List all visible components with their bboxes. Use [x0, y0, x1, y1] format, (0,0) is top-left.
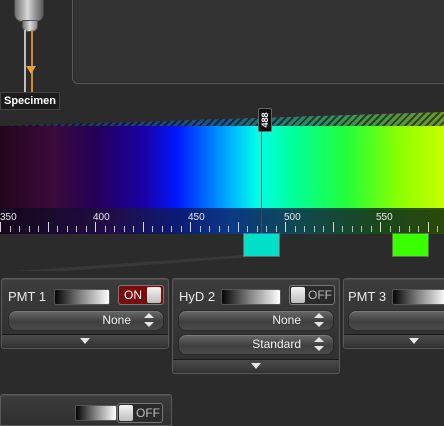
- laser-line-ramp: [0, 112, 444, 126]
- detection-band-swatch[interactable]: [392, 233, 429, 257]
- axis-tick: [190, 222, 191, 232]
- axis-tick: [323, 226, 324, 232]
- axis-tick: [114, 226, 115, 232]
- detector-toggle[interactable]: OFF: [117, 403, 163, 423]
- axis-tick: [162, 226, 163, 232]
- laser-marker-label: 488: [260, 112, 270, 128]
- mode-select[interactable]: Standard: [178, 334, 334, 355]
- axis-tick: [86, 226, 87, 232]
- detector-panel-pmt3: PMT 3: [343, 278, 444, 349]
- axis-tick: [105, 226, 106, 232]
- axis-tick: [10, 226, 11, 232]
- dye-select[interactable]: None: [8, 310, 164, 331]
- axis-tick: [228, 226, 229, 232]
- specimen-label: Specimen: [0, 92, 60, 110]
- axis-tick: [133, 226, 134, 232]
- gain-slider[interactable]: [54, 289, 110, 305]
- axis-tick: [295, 226, 296, 232]
- axis-tick: [76, 226, 77, 232]
- detector-panel-bottom: OFF: [0, 394, 172, 426]
- axis-tick: [371, 226, 372, 232]
- axis-tick: [361, 226, 362, 232]
- axis-tick: [333, 222, 334, 232]
- objective-lens-icon: [14, 0, 44, 22]
- axis-tick-label: 550: [376, 212, 393, 223]
- expand-bar[interactable]: [2, 334, 168, 347]
- axis-tick: [390, 226, 391, 232]
- axis-tick: [399, 226, 400, 232]
- axis-tick: [57, 226, 58, 232]
- dye-select[interactable]: None: [178, 310, 334, 331]
- detector-toggle[interactable]: ON: [118, 285, 164, 305]
- detection-band-swatch[interactable]: [243, 233, 280, 257]
- up-down-chevron-icon: [314, 337, 324, 351]
- axis-tick: [0, 222, 1, 232]
- axis-tick: [428, 222, 429, 232]
- chevron-down-icon: [80, 338, 90, 344]
- axis-tick: [437, 226, 438, 232]
- axis-tick: [219, 226, 220, 232]
- gain-slider[interactable]: [392, 289, 444, 305]
- axis-tick: [38, 226, 39, 232]
- axis-tick: [352, 226, 353, 232]
- axis-tick: [342, 226, 343, 232]
- axis-tick: [171, 226, 172, 232]
- expand-bar[interactable]: [344, 334, 444, 347]
- axis-tick: [409, 226, 410, 232]
- axis-tick-label: 350: [0, 212, 17, 223]
- axis-tick: [247, 226, 248, 232]
- toggle-label: OFF: [308, 288, 332, 302]
- axis-tick: [418, 226, 419, 232]
- expand-bar[interactable]: [173, 359, 339, 372]
- toggle-label: OFF: [136, 406, 160, 420]
- detector-name: PMT 1: [8, 289, 47, 304]
- axis-tick-label: 500: [284, 212, 301, 223]
- detector-name: HyD 2: [179, 289, 216, 304]
- toggle-label: ON: [124, 288, 142, 302]
- toggle-knob: [119, 405, 133, 421]
- axis-tick: [181, 226, 182, 232]
- beam-arrow-icon: [26, 66, 36, 74]
- laser-marker-handle[interactable]: 488: [258, 108, 272, 132]
- axis-tick: [304, 226, 305, 232]
- preview-panel: [72, 0, 444, 84]
- axis-tick: [314, 226, 315, 232]
- axis-tick: [266, 226, 267, 232]
- toggle-knob: [147, 287, 161, 303]
- axis-tick: [29, 226, 30, 232]
- axis-tick: [67, 226, 68, 232]
- axis-tick: [143, 222, 144, 232]
- detector-name: PMT 3: [348, 289, 387, 304]
- detector-panel-pmt1: PMT 1 ON None: [1, 278, 169, 349]
- axis-tick: [19, 226, 20, 232]
- axis-tick: [124, 226, 125, 232]
- axis-tick: [380, 222, 381, 232]
- detector-panel-hyd2: HyD 2 OFF None Standard: [172, 278, 340, 374]
- axis-tick: [200, 226, 201, 232]
- axis-tick: [285, 222, 286, 232]
- chevron-down-icon: [409, 338, 419, 344]
- chevron-down-icon: [251, 363, 261, 369]
- dye-select[interactable]: [348, 310, 444, 331]
- axis-tick: [209, 226, 210, 232]
- axis-tick: [238, 222, 239, 232]
- axis-tick: [152, 226, 153, 232]
- axis-tick: [48, 222, 49, 232]
- axis-tick: [276, 226, 277, 232]
- axis-tick: [95, 222, 96, 232]
- gain-slider[interactable]: [221, 289, 281, 305]
- detector-toggle[interactable]: OFF: [289, 285, 335, 305]
- emission-spectrum: [0, 126, 444, 210]
- toggle-knob: [291, 287, 305, 303]
- up-down-chevron-icon: [314, 313, 324, 327]
- axis-tick: [257, 226, 258, 232]
- beam-line-icon: [24, 30, 26, 92]
- beam-line-icon: [31, 30, 33, 92]
- up-down-chevron-icon: [144, 313, 154, 327]
- gain-slider[interactable]: [75, 405, 117, 421]
